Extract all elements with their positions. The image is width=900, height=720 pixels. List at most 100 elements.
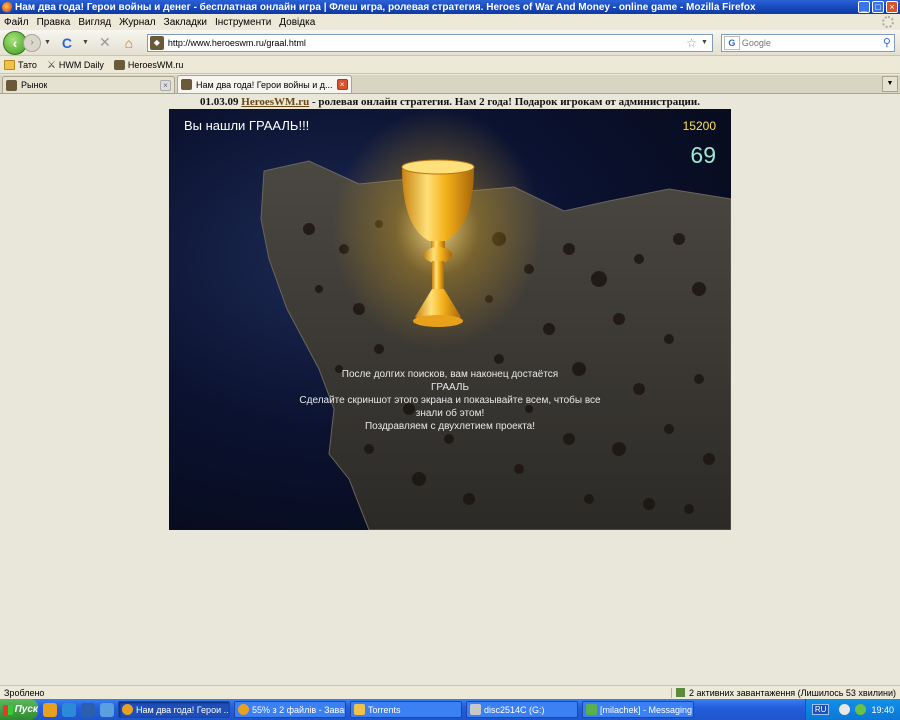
heroeswm-favicon-icon <box>113 60 125 70</box>
clock: 19:40 <box>871 704 894 715</box>
address-bar[interactable]: ◆ ☆ ▼ <box>146 33 713 52</box>
grail-message: После долгих поисков, вам наконец достаё… <box>169 368 731 433</box>
page-headline: 01.03.09 HeroesWM.ru - ролевая онлайн ст… <box>0 96 900 108</box>
site-favicon-icon: ◆ <box>149 35 164 50</box>
home-icon[interactable]: ⌂ <box>120 34 138 52</box>
taskbar-button-messaging[interactable]: [milachek] - Messaging w... <box>582 701 694 718</box>
tray-messenger-icon[interactable] <box>855 704 867 715</box>
search-input[interactable] <box>741 35 883 50</box>
bookmark-label: HeroesWM.ru <box>127 60 184 70</box>
word-quicklaunch-icon[interactable] <box>81 702 95 717</box>
language-indicator[interactable]: RU <box>811 704 830 715</box>
message-line: знали об этом! <box>415 408 485 419</box>
windows-taskbar: Пуск Нам два года! Герои ... 55% з 2 фай… <box>0 699 900 720</box>
taskbar-button-downloads[interactable]: 55% з 2 файлів - Заван... <box>234 701 346 718</box>
menu-bar: Файл Правка Вигляд Журнал Закладки Інстр… <box>0 14 900 30</box>
download-icon <box>676 688 686 697</box>
firefox-icon <box>238 704 249 715</box>
search-bar[interactable]: G ⚲ <box>720 33 895 52</box>
message-line: Поздравляем с двухлетием проекта! <box>364 421 536 432</box>
bookmark-tato[interactable]: Тато <box>4 60 37 70</box>
headline-date: 01.03.09 <box>200 96 242 108</box>
timer-value: 69 <box>690 142 716 168</box>
start-label: Пуск <box>14 704 38 715</box>
throbber-icon <box>882 16 894 28</box>
minimize-button[interactable]: _ <box>858 1 870 13</box>
tab-grail[interactable]: Нам два года! Герои войны и д... × <box>177 75 352 93</box>
menu-view[interactable]: Вигляд <box>74 17 115 28</box>
taskbar-button-firefox[interactable]: Нам два года! Герои ... <box>118 701 230 718</box>
downloads-text: 2 активних завантаження (Лишилось 53 хви… <box>689 687 896 698</box>
bookmark-hwm-daily[interactable]: ⚔ HWM Daily <box>46 60 104 71</box>
heroeswm-favicon-icon <box>181 79 192 90</box>
menu-edit[interactable]: Правка <box>33 17 75 28</box>
menu-history[interactable]: Журнал <box>115 17 160 28</box>
downloads-status[interactable]: 2 активних завантаження (Лишилось 53 хви… <box>671 687 900 698</box>
tab-close-icon[interactable]: × <box>160 79 171 91</box>
bookmarks-toolbar: Тато ⚔ HWM Daily HeroesWM.ru <box>0 57 900 74</box>
url-dropdown-icon[interactable]: ▼ <box>701 39 708 46</box>
reload-dropdown-icon[interactable]: ▼ <box>82 39 89 46</box>
tab-label: Рынок <box>21 80 48 90</box>
close-button[interactable]: × <box>886 1 898 13</box>
windows-flag-icon <box>3 704 13 715</box>
google-engine-icon[interactable]: G <box>723 35 740 50</box>
sword-icon: ⚔ <box>46 60 56 71</box>
heroeswm-favicon-icon <box>6 79 17 91</box>
maximize-button[interactable]: □ <box>872 1 884 13</box>
menu-tools[interactable]: Інструменти <box>211 17 275 28</box>
window-title-bar[interactable]: Нам два года! Герои войны и денег - бесп… <box>0 0 900 14</box>
url-input[interactable] <box>167 35 687 50</box>
firefox-icon <box>2 1 13 13</box>
firefox-icon <box>122 704 133 715</box>
stop-icon[interactable]: ✕ <box>96 34 114 52</box>
status-bar: Зроблено 2 активних завантаження (Лишило… <box>0 685 900 699</box>
folder-icon <box>354 704 365 715</box>
search-magnifier-icon[interactable]: ⚲ <box>883 36 891 49</box>
bookmark-label: HWM Daily <box>58 60 104 70</box>
taskbar-button-label: disc2514C (G:) <box>484 704 545 715</box>
drive-icon <box>470 704 481 715</box>
menu-bookmarks[interactable]: Закладки <box>160 17 211 28</box>
tab-list-dropdown-icon[interactable]: ▼ <box>882 76 898 92</box>
flash-game-screen[interactable]: Вы нашли ГРААЛЬ!!! 15200 69 После долгих… <box>169 109 731 530</box>
forward-icon[interactable]: › <box>23 33 41 52</box>
ie-quicklaunch-icon[interactable] <box>62 702 76 717</box>
navigation-toolbar: ‹ › ▼ C ▼ ✕ ⌂ ◆ ☆ ▼ G ⚲ <box>0 30 900 56</box>
start-button[interactable]: Пуск <box>0 699 38 720</box>
history-dropdown-icon[interactable]: ▼ <box>44 39 51 46</box>
status-text: Зроблено <box>4 687 45 698</box>
messenger-icon <box>586 704 597 715</box>
menu-help[interactable]: Довідка <box>275 17 319 28</box>
taskbar-button-label: Нам два года! Герои ... <box>136 704 230 715</box>
bookmark-label: Тато <box>18 60 37 70</box>
taskbar-button-label: Torrents <box>368 704 401 715</box>
tab-close-icon[interactable]: × <box>336 79 348 90</box>
bookmark-heroeswm[interactable]: HeroesWM.ru <box>113 60 184 70</box>
message-line: ГРААЛЬ <box>430 382 470 393</box>
taskbar-button-label: [milachek] - Messaging w... <box>600 704 693 715</box>
tab-market[interactable]: Рынок × <box>2 76 175 93</box>
grail-map-illustration <box>260 109 731 530</box>
message-line: После долгих поисков, вам наконец достаё… <box>341 369 559 380</box>
heroeswm-link[interactable]: HeroesWM.ru <box>241 96 309 108</box>
desktop-quicklaunch-icon[interactable] <box>100 702 114 717</box>
tab-bar: Рынок × Нам два года! Герои войны и д...… <box>0 75 900 94</box>
message-line: Сделайте скриншот этого экрана и показыв… <box>299 395 601 406</box>
grail-found-title: Вы нашли ГРААЛЬ!!! <box>184 118 310 133</box>
taskbar-button-torrents[interactable]: Torrents <box>350 701 462 718</box>
taskbar-button-label: 55% з 2 файлів - Заван... <box>252 704 345 715</box>
tab-label: Нам два года! Герои войны и д... <box>196 79 333 90</box>
firefox-quicklaunch-icon[interactable] <box>43 702 57 717</box>
page-content: 01.03.09 HeroesWM.ru - ролевая онлайн ст… <box>0 94 900 685</box>
tray-arrow-icon[interactable] <box>839 704 851 715</box>
reload-icon[interactable]: C <box>58 34 76 52</box>
folder-icon <box>4 60 15 70</box>
score-value: 15200 <box>682 119 716 133</box>
bookmark-star-icon[interactable]: ☆ <box>686 36 697 50</box>
taskbar-button-disc[interactable]: disc2514C (G:) <box>466 701 578 718</box>
system-tray: RU 19:40 <box>804 699 900 720</box>
headline-text: - ролевая онлайн стратегия. Нам 2 года! … <box>309 96 700 108</box>
menu-file[interactable]: Файл <box>0 17 33 28</box>
window-title: Нам два года! Герои войны и денег - бесп… <box>15 1 756 13</box>
